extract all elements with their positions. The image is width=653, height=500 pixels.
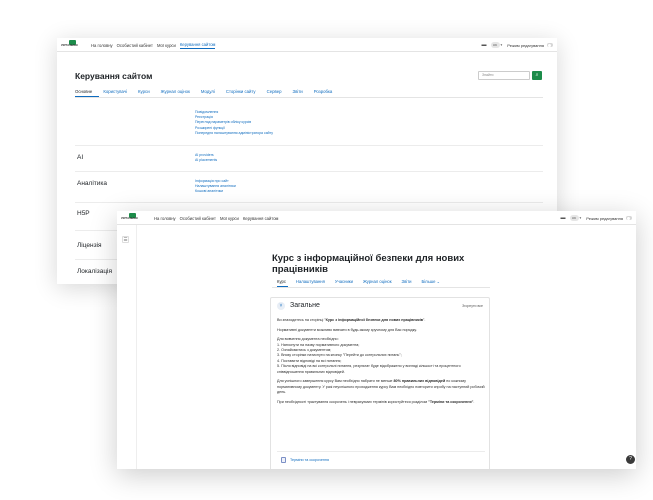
section-h5p: H5P bbox=[77, 210, 90, 217]
active-tab-indicator bbox=[277, 286, 288, 287]
section-divider bbox=[75, 171, 543, 172]
course-window: УКРГАЗБАНК На головну Особистий кабінет … bbox=[117, 211, 636, 469]
activity-link[interactable]: Терміни та скорочення bbox=[290, 458, 329, 462]
tab-more[interactable]: Більше ⌄ bbox=[422, 279, 441, 284]
tab-courses[interactable]: Курси bbox=[138, 89, 150, 94]
tab-participants[interactable]: Учасники bbox=[335, 279, 353, 284]
edit-mode-label: Режим редагування bbox=[507, 42, 544, 48]
language-avatar[interactable]: UK bbox=[569, 215, 579, 221]
messages-icon[interactable]: ▬ bbox=[561, 215, 566, 221]
edit-mode-label: Режим редагування bbox=[586, 215, 623, 221]
primary-nav: На головну Особистий кабінет Мої курси К… bbox=[154, 211, 282, 225]
activity-item[interactable]: Терміни та скорочення bbox=[277, 451, 485, 465]
nav-my-courses[interactable]: Мої курси bbox=[220, 216, 239, 221]
ai-links: AI providers AI placements bbox=[195, 153, 217, 163]
nav-home[interactable]: На головну bbox=[154, 216, 176, 221]
link-admin-presets[interactable]: Попередня налаштування адміністратора са… bbox=[195, 131, 273, 136]
tab-plugins[interactable]: Модулі bbox=[201, 89, 215, 94]
course-section-card: ˅ Загальне Згорнути все Ви знаходитесь н… bbox=[270, 297, 490, 469]
nav-site-admin[interactable]: Керування сайтом bbox=[179, 42, 216, 49]
tab-appearance[interactable]: Сторінки сайту bbox=[226, 89, 256, 94]
admin-search-input[interactable]: Знайти bbox=[478, 71, 530, 80]
active-tab-indicator bbox=[75, 96, 99, 97]
bank-logo[interactable]: УКРГАЗБАНК bbox=[61, 40, 84, 50]
edit-mode-toggle[interactable] bbox=[626, 216, 632, 220]
language-avatar[interactable]: UK bbox=[490, 42, 500, 48]
steps-list: Для вивчення документа необхідно: 1. Нат… bbox=[277, 337, 461, 374]
user-menu-area: ▬ UK ▾ Режим редагування bbox=[561, 211, 632, 225]
section-license: Ліцензія bbox=[77, 242, 102, 249]
nav-dashboard[interactable]: Особистий кабінет bbox=[180, 216, 216, 221]
tabs-divider bbox=[75, 97, 543, 98]
nav-site-admin[interactable]: Керування сайтом bbox=[243, 216, 279, 221]
section-divider bbox=[75, 145, 543, 146]
page-title: Керування сайтом bbox=[75, 71, 153, 81]
section-divider bbox=[75, 202, 543, 203]
bank-logo[interactable]: УКРГАЗБАНК bbox=[121, 213, 144, 223]
page-icon bbox=[281, 457, 286, 463]
section-ai: AI bbox=[77, 154, 84, 161]
help-icon[interactable]: ? bbox=[626, 455, 635, 464]
search-icon[interactable]: ⌕ bbox=[532, 71, 542, 80]
tab-development[interactable]: Розробка bbox=[314, 89, 333, 94]
tab-grades[interactable]: Журнал оцінок bbox=[363, 279, 392, 284]
general-links: Повідомлення Реєстрація Перегляд парамет… bbox=[195, 110, 273, 136]
tab-reports[interactable]: Звіти bbox=[402, 279, 412, 284]
summary-paragraph: При необхідності трактування скорочень і… bbox=[277, 399, 475, 404]
section-analytics: Аналітика bbox=[77, 180, 107, 187]
messages-icon[interactable]: ▬ bbox=[482, 42, 487, 48]
tab-reports[interactable]: Звіти bbox=[293, 89, 303, 94]
analytics-links: Інформація про сайт Налаштування аналіти… bbox=[195, 179, 236, 195]
section-title: Загальне bbox=[290, 302, 320, 309]
primary-nav: На головну Особистий кабінет Мої курси К… bbox=[91, 38, 219, 52]
drawer-divider bbox=[136, 225, 137, 469]
top-navbar: УКРГАЗБАНК На головну Особистий кабінет … bbox=[117, 211, 636, 225]
edit-mode-toggle[interactable] bbox=[547, 43, 553, 47]
tab-general[interactable]: Основне bbox=[75, 89, 92, 94]
course-index-toggle-icon[interactable]: ☰ bbox=[122, 236, 129, 243]
summary-paragraph: Ви знаходитесь на сторінці "Курс з інфор… bbox=[277, 318, 426, 322]
course-title: Курс з інформаційної безпеки для нових п… bbox=[272, 253, 465, 275]
tabs-divider bbox=[272, 287, 490, 288]
collapse-all-link[interactable]: Згорнути все bbox=[462, 304, 483, 308]
link-analytics-models[interactable]: Кошові аналітики bbox=[195, 189, 236, 194]
chevron-down-icon[interactable]: ˅ bbox=[277, 302, 285, 310]
summary-paragraph: Для успішного завершення курсу Вам необх… bbox=[277, 379, 485, 395]
nav-dashboard[interactable]: Особистий кабінет bbox=[117, 43, 153, 48]
top-navbar: УКРГАЗБАНК На головну Особистий кабінет … bbox=[57, 38, 557, 52]
tab-settings[interactable]: Налаштування bbox=[296, 279, 325, 284]
user-menu-area: ▬ UK ▾ Режим редагування bbox=[482, 38, 553, 52]
course-tabs: Курс Налаштування Учасники Журнал оцінок… bbox=[277, 276, 450, 286]
tab-users[interactable]: Користувачі bbox=[103, 89, 127, 94]
section-localization: Локалізація bbox=[77, 268, 113, 275]
summary-paragraph: Нормативні документи можливо вивчати в б… bbox=[277, 327, 417, 332]
tab-grades[interactable]: Журнал оцінок bbox=[161, 89, 190, 94]
section-header: ˅ Загальне Згорнути все bbox=[271, 298, 489, 314]
section-summary: Ви знаходитесь на сторінці "Курс з інфор… bbox=[277, 318, 487, 409]
tab-course[interactable]: Курс bbox=[277, 279, 286, 284]
admin-tabs: Основне Користувачі Курси Журнал оцінок … bbox=[75, 85, 343, 97]
chevron-down-icon[interactable]: ▾ bbox=[580, 216, 582, 220]
chevron-down-icon[interactable]: ▾ bbox=[501, 43, 503, 47]
nav-home[interactable]: На головну bbox=[91, 43, 113, 48]
tab-server[interactable]: Сервер bbox=[267, 89, 282, 94]
nav-my-courses[interactable]: Мої курси bbox=[157, 43, 176, 48]
link-ai-placements[interactable]: AI placements bbox=[195, 158, 217, 163]
